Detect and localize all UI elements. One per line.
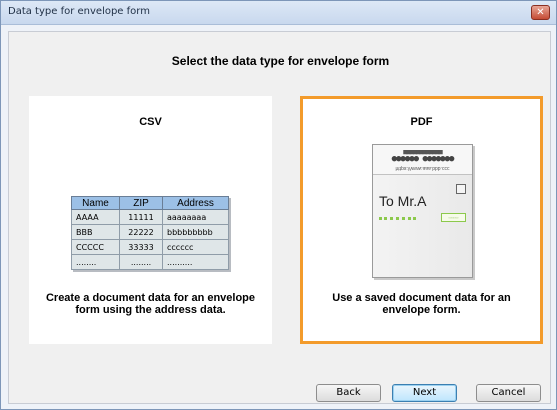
- csv-table-illustration: Name ZIP Address AAAA 11111 aaaaaaaa BBB…: [71, 196, 229, 270]
- column-header: ZIP: [119, 196, 163, 210]
- table-row: ........ ........ ..........: [71, 254, 229, 270]
- sender-dots-line: ●●●●●● ●●●●●●●: [391, 154, 455, 164]
- postal-code-box: ▫▫▫▫▫▫▫: [441, 213, 466, 222]
- table-cell: BBB: [71, 224, 120, 240]
- table-cell: aaaaaaaa: [162, 209, 229, 225]
- pdf-option-card[interactable]: PDF ■■■■■■■■■■■■ ●●●●●● ●●●●●●● https://…: [300, 96, 543, 344]
- stamp-box: [456, 184, 466, 194]
- envelope-recipient: To Mr.A: [379, 193, 427, 209]
- table-cell: ........: [119, 254, 163, 270]
- back-button[interactable]: Back: [316, 384, 381, 402]
- column-header: Name: [71, 196, 120, 210]
- table-row: BBB 22222 bbbbbbbbb: [71, 224, 229, 240]
- postal-code-dots: [379, 217, 416, 220]
- csv-option-title: CSV: [139, 116, 162, 128]
- table-cell: cccccc: [162, 239, 229, 255]
- table-cell: 22222: [119, 224, 163, 240]
- table-row: CCCCC 33333 cccccc: [71, 239, 229, 255]
- table-cell: AAAA: [71, 209, 120, 225]
- pdf-option-description: Use a saved document data for an envelop…: [332, 292, 511, 316]
- csv-option-description: Create a document data for an envelope f…: [45, 292, 256, 316]
- dialog-window: Data type for envelope form ✕ Select the…: [0, 0, 557, 410]
- table-cell: 11111: [119, 209, 163, 225]
- table-cell: ........: [71, 254, 120, 270]
- cancel-button[interactable]: Cancel: [476, 384, 541, 402]
- table-header-row: Name ZIP Address: [71, 196, 229, 210]
- table-cell: ..........: [162, 254, 229, 270]
- csv-option-card[interactable]: CSV Name ZIP Address AAAA 11111 aaaaaaaa…: [29, 96, 272, 344]
- envelope-sender-area: ■■■■■■■■■■■■ ●●●●●● ●●●●●●● https://www.…: [373, 145, 472, 175]
- title-bar[interactable]: Data type for envelope form ✕: [1, 1, 556, 25]
- window-title: Data type for envelope form: [8, 6, 150, 17]
- dialog-content: Select the data type for envelope form C…: [8, 31, 551, 404]
- table-cell: CCCCC: [71, 239, 120, 255]
- table-row: AAAA 11111 aaaaaaaa: [71, 209, 229, 225]
- close-button[interactable]: ✕: [531, 5, 550, 20]
- envelope-illustration: ■■■■■■■■■■■■ ●●●●●● ●●●●●●● https://www.…: [372, 144, 473, 278]
- instruction-heading: Select the data type for envelope form: [171, 54, 390, 68]
- pdf-option-title: PDF: [410, 116, 433, 128]
- next-button[interactable]: Next: [392, 384, 457, 402]
- column-header: Address: [162, 196, 229, 210]
- table-cell: 33333: [119, 239, 163, 255]
- sender-url: https://www.aaa.bbb.ccc: [395, 165, 450, 171]
- table-cell: bbbbbbbbb: [162, 224, 229, 240]
